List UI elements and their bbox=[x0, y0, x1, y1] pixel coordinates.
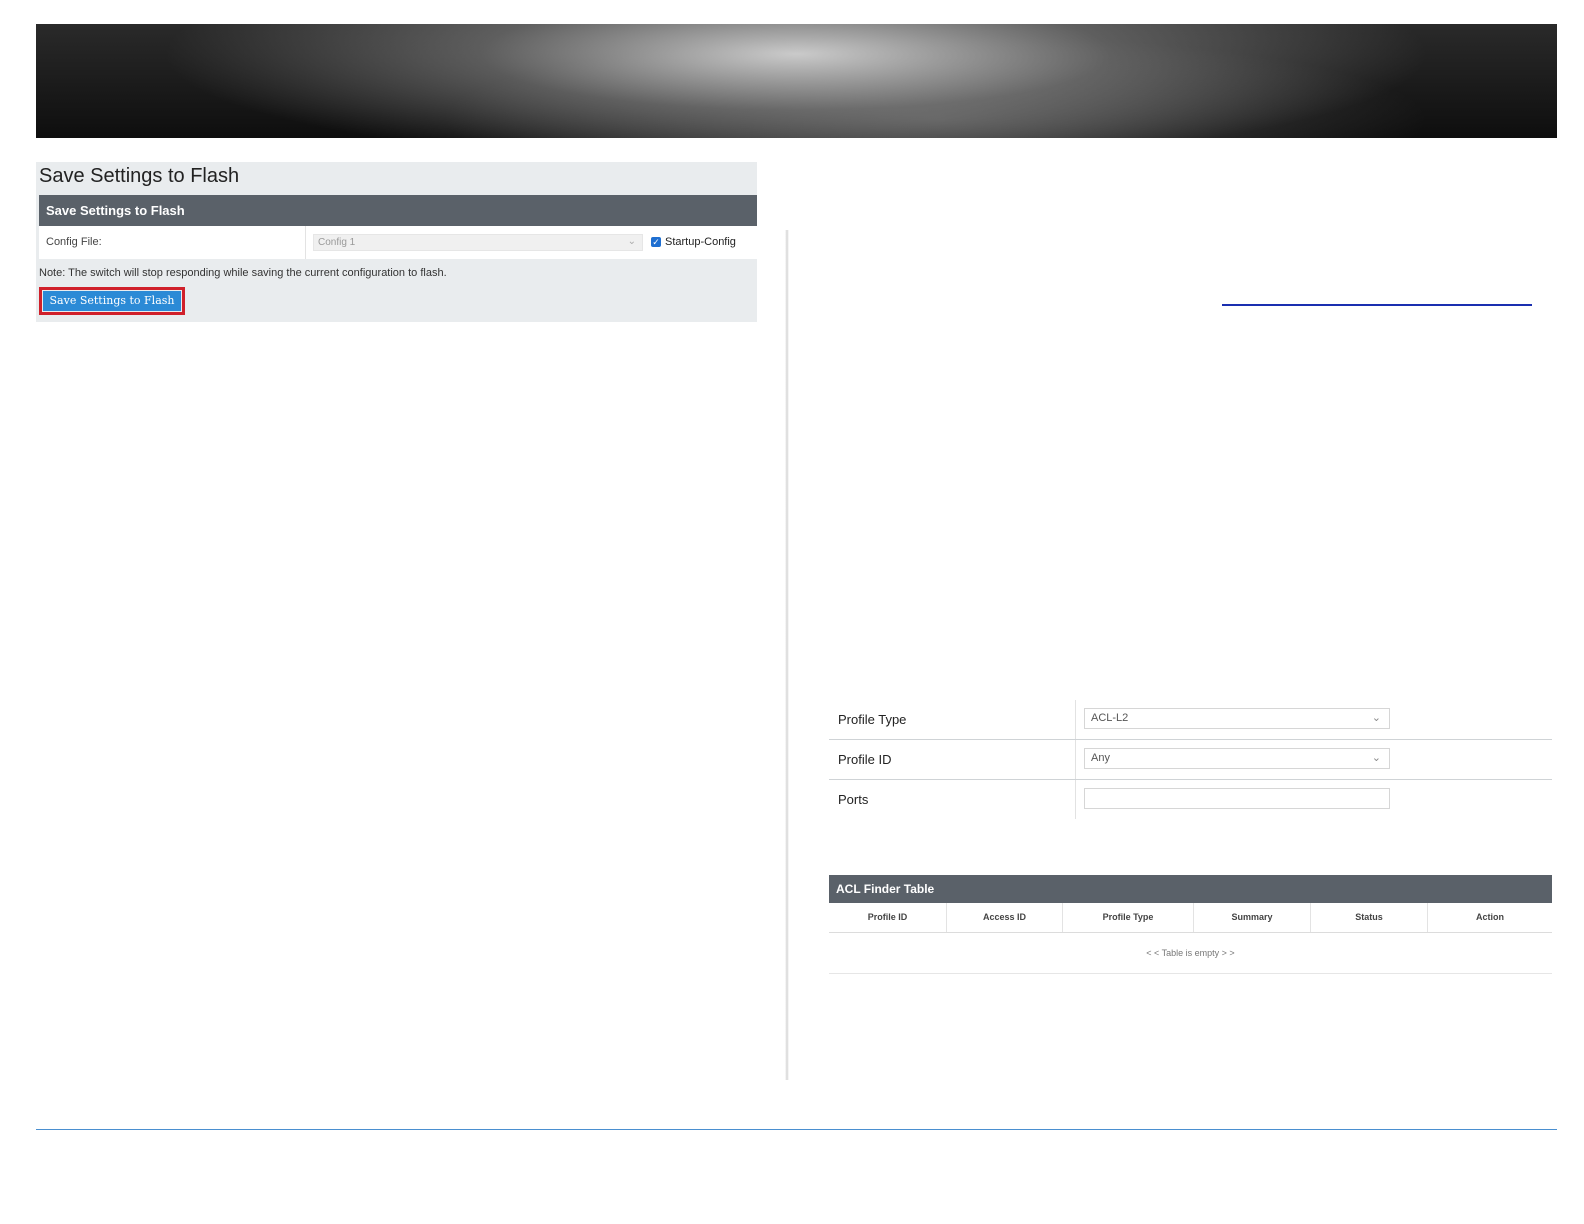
column-header: Profile Type bbox=[1063, 903, 1194, 932]
cell-divider bbox=[305, 226, 306, 259]
column-divider bbox=[785, 230, 789, 1080]
column-header: Profile ID bbox=[829, 903, 947, 932]
save-settings-panel: Save Settings to Flash Save Settings to … bbox=[36, 162, 757, 322]
panel-header: Save Settings to Flash bbox=[39, 195, 757, 226]
startup-config-checkbox[interactable]: ✓ bbox=[651, 237, 661, 247]
highlight-frame: Save Settings to Flash bbox=[39, 287, 185, 315]
link-underline bbox=[1222, 304, 1532, 306]
ports-row: Ports bbox=[829, 780, 1552, 819]
note-text: Note: The switch will stop responding wh… bbox=[39, 267, 447, 279]
profile-type-value: ACL-L2 bbox=[1091, 712, 1129, 724]
footer-rule bbox=[36, 1129, 1557, 1130]
config-file-value: Config 1 bbox=[318, 237, 356, 248]
header-banner bbox=[36, 24, 1557, 138]
profile-type-row: Profile Type ACL-L2 ⌄ bbox=[829, 700, 1552, 740]
chevron-down-icon: ⌄ bbox=[1371, 752, 1381, 764]
cell-divider bbox=[1075, 780, 1076, 819]
profile-id-value: Any bbox=[1091, 752, 1110, 764]
config-file-row: Config File: Config 1 ⌄ ✓ Startup-Config bbox=[39, 226, 757, 259]
column-header: Summary bbox=[1194, 903, 1311, 932]
config-file-select[interactable]: Config 1 ⌄ bbox=[313, 234, 643, 251]
acl-finder-table: ACL Finder Table Profile ID Access ID Pr… bbox=[829, 875, 1552, 974]
cell-divider bbox=[1075, 740, 1076, 779]
save-settings-button[interactable]: Save Settings to Flash bbox=[43, 291, 181, 311]
table-empty-message: < < Table is empty > > bbox=[829, 933, 1552, 974]
profile-type-select[interactable]: ACL-L2 ⌄ bbox=[1084, 708, 1390, 729]
column-header: Status bbox=[1311, 903, 1428, 932]
profile-type-label: Profile Type bbox=[838, 712, 907, 727]
ports-input[interactable] bbox=[1084, 788, 1390, 809]
chevron-down-icon: ⌄ bbox=[1371, 712, 1381, 724]
config-file-label: Config File: bbox=[46, 236, 102, 248]
page-title: Save Settings to Flash bbox=[39, 165, 240, 187]
startup-config-label: Startup-Config bbox=[665, 236, 736, 248]
column-header: Action bbox=[1476, 912, 1504, 922]
acl-finder-form: Profile Type ACL-L2 ⌄ Profile ID Any ⌄ P… bbox=[829, 700, 1552, 819]
column-header: Access ID bbox=[947, 903, 1063, 932]
table-title: ACL Finder Table bbox=[829, 875, 1552, 903]
profile-id-row: Profile ID Any ⌄ bbox=[829, 740, 1552, 780]
chevron-down-icon: ⌄ bbox=[627, 236, 636, 247]
profile-id-select[interactable]: Any ⌄ bbox=[1084, 748, 1390, 769]
table-header-row: Profile ID Access ID Profile Type Summar… bbox=[829, 903, 1552, 933]
profile-id-label: Profile ID bbox=[838, 752, 892, 767]
cell-divider bbox=[1075, 700, 1076, 739]
ports-label: Ports bbox=[838, 792, 869, 807]
